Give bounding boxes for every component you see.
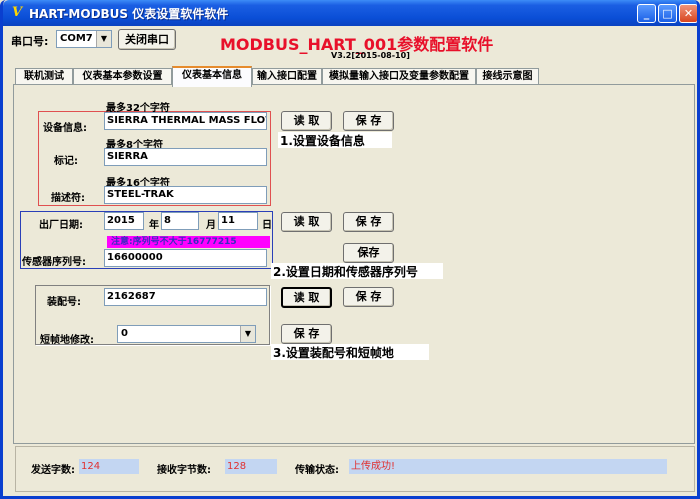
title-bar[interactable]: V HART-MODBUS 仪表设置软件软件 _ □ ✕ xyxy=(3,0,697,26)
version-label: V3.2[2015-08-10] xyxy=(331,51,410,60)
save-short-addr-button[interactable]: 保 存 xyxy=(281,324,332,344)
note-date-serial: 2.设置日期和传感器序列号 xyxy=(271,263,443,279)
year-field[interactable]: 2015 xyxy=(104,212,144,230)
read-date-button[interactable]: 读 取 xyxy=(281,212,332,232)
sent-label: 发送字数: xyxy=(31,465,75,476)
tag-field[interactable]: SIERRA xyxy=(104,148,267,166)
descriptor-field[interactable]: STEEL-TRAK xyxy=(104,186,267,204)
short-addr-value: 0 xyxy=(121,328,128,339)
maximize-icon[interactable]: □ xyxy=(658,4,677,23)
note-assembly: 3.设置装配号和短帧地 xyxy=(271,344,429,360)
close-icon[interactable]: ✕ xyxy=(679,4,697,23)
short-addr-select[interactable]: 0 ▼ xyxy=(117,325,256,343)
short-addr-label: 短帧地修改: xyxy=(40,335,94,346)
assembly-label: 装配号: xyxy=(47,297,81,308)
state-label: 传输状态: xyxy=(295,465,339,476)
state-value: 上传成功! xyxy=(349,459,667,474)
app-logo-icon: V xyxy=(11,5,23,20)
tag-label: 标记: xyxy=(54,156,78,167)
day-unit: 日 xyxy=(262,220,272,231)
descriptor-label: 描述符: xyxy=(51,193,85,204)
serial-field[interactable]: 16600000 xyxy=(104,249,267,267)
port-select[interactable]: COM7 ▼ xyxy=(56,30,112,48)
device-info-label: 设备信息: xyxy=(43,123,87,134)
recv-value: 128 xyxy=(225,459,277,474)
read-assembly-button[interactable]: 读 取 xyxy=(281,287,332,308)
chevron-down-icon[interactable]: ▼ xyxy=(240,326,255,342)
app-window: V HART-MODBUS 仪表设置软件软件 _ □ ✕ 串口号: COM7 ▼… xyxy=(0,0,700,499)
assembly-field[interactable]: 2162687 xyxy=(104,288,267,306)
month-field[interactable]: 8 xyxy=(161,212,199,230)
recv-label: 接收字节数: xyxy=(157,465,211,476)
minimize-icon[interactable]: _ xyxy=(637,4,656,23)
day-field[interactable]: 11 xyxy=(218,212,258,230)
month-unit: 月 xyxy=(206,220,216,231)
serial-label: 传感器序列号: xyxy=(22,257,86,268)
chevron-down-icon[interactable]: ▼ xyxy=(96,31,111,47)
serial-warning: 注意:序列号不大于16777215 xyxy=(107,236,270,248)
save-date-button[interactable]: 保 存 xyxy=(343,212,394,232)
save-device-info-button[interactable]: 保 存 xyxy=(343,111,394,131)
port-label: 串口号: xyxy=(11,35,49,48)
note-device-info: 1.设置设备信息 xyxy=(278,132,392,148)
window-title: HART-MODBUS 仪表设置软件软件 xyxy=(29,7,229,21)
year-unit: 年 xyxy=(149,220,159,231)
date-label: 出厂日期: xyxy=(39,220,83,231)
save-serial-button[interactable]: 保存 xyxy=(343,243,394,263)
device-info-field[interactable]: SIERRA THERMAL MASS FLOW MI xyxy=(104,112,267,130)
tab-basic-info[interactable]: 仪表基本信息 xyxy=(172,66,252,87)
close-port-button[interactable]: 关闭串口 xyxy=(118,29,176,50)
port-value: COM7 xyxy=(60,33,93,44)
read-device-info-button[interactable]: 读 取 xyxy=(281,111,332,131)
sent-value: 124 xyxy=(79,459,139,474)
save-assembly-button[interactable]: 保 存 xyxy=(343,287,394,307)
